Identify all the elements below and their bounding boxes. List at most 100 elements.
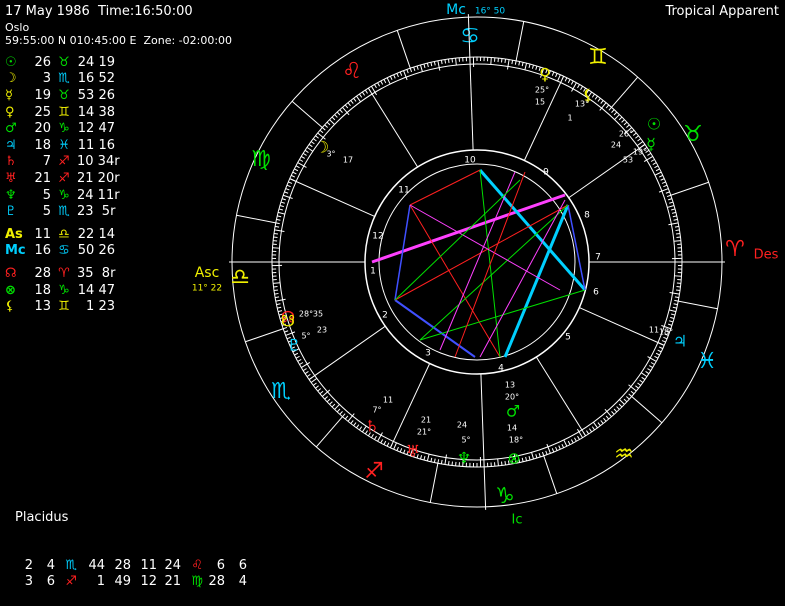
planet-minute: 35 xyxy=(313,310,323,319)
house-number: 12 xyxy=(372,232,383,242)
degree-tick xyxy=(646,371,649,373)
aspect-line xyxy=(568,205,585,290)
degree-tick xyxy=(313,383,316,385)
degree-tick xyxy=(595,96,597,99)
sign-boundary xyxy=(245,329,283,342)
des-label: Des xyxy=(754,248,779,263)
degree-tick xyxy=(655,172,661,175)
degree-tick xyxy=(674,219,678,220)
degree-tick xyxy=(332,404,335,407)
planet-degree: 7° xyxy=(372,406,381,415)
planet-minute: 1 xyxy=(567,114,572,123)
degree-tick xyxy=(414,67,415,71)
degree-tick xyxy=(629,394,632,397)
degree-tick xyxy=(424,456,425,460)
degree-tick xyxy=(633,133,636,136)
degree-tick xyxy=(515,61,516,65)
degree-tick xyxy=(546,451,547,455)
house-cell: 12 xyxy=(131,574,157,590)
degree-tick xyxy=(400,72,401,76)
house-cell: 28 xyxy=(105,558,131,574)
degree-tick xyxy=(638,139,641,141)
sign-boundary xyxy=(671,182,709,195)
degree-tick xyxy=(325,396,328,399)
degree-tick xyxy=(305,371,308,373)
house-number: 3 xyxy=(425,349,431,359)
planet-degree: 20° xyxy=(505,393,519,402)
aspect-line xyxy=(505,205,568,357)
degree-tick xyxy=(656,169,660,171)
planet-minute: 21 xyxy=(421,416,431,425)
planet-degree: 19° xyxy=(633,148,647,157)
degree-tick xyxy=(280,205,284,206)
degree-tick xyxy=(666,192,670,193)
degree-tick xyxy=(522,62,523,66)
degree-tick xyxy=(400,448,401,452)
degree-tick xyxy=(659,347,663,349)
degree-tick xyxy=(276,299,286,301)
degree-tick xyxy=(345,105,348,108)
degree-tick xyxy=(589,429,591,432)
house-cell: 4 xyxy=(225,574,247,590)
zodiac-sign-icon: ♎ xyxy=(230,265,250,290)
zodiac-sign-icon: ♏ xyxy=(271,379,291,404)
planet-degree: 28° xyxy=(299,310,313,319)
degree-tick xyxy=(619,404,622,407)
sign-boundary xyxy=(430,463,438,502)
house-cell: 28 xyxy=(203,574,225,590)
degree-tick xyxy=(307,147,313,151)
sign-boundary xyxy=(516,22,524,61)
planet-degree: 25° xyxy=(535,86,549,95)
house-cell: 6 xyxy=(203,558,225,574)
degree-tick xyxy=(611,411,614,414)
degree-tick xyxy=(420,65,422,72)
house-number: 5 xyxy=(565,333,571,343)
degree-tick xyxy=(387,78,390,84)
degree-tick xyxy=(674,241,681,242)
degree-tick xyxy=(552,448,553,452)
sign-boundary xyxy=(237,215,276,223)
degree-tick xyxy=(631,391,634,394)
degree-tick xyxy=(274,233,278,234)
house-cell: 1 xyxy=(77,574,105,590)
zodiac-sign-icon: ♌ xyxy=(342,59,362,84)
degree-tick xyxy=(586,431,588,434)
degree-tick xyxy=(427,454,429,461)
degree-tick xyxy=(381,439,383,443)
degree-tick xyxy=(601,420,603,423)
planet-glyph-icon: ☉ xyxy=(647,115,661,134)
house-number: 11 xyxy=(398,186,409,196)
degree-tick xyxy=(647,369,650,371)
degree-tick xyxy=(407,69,408,73)
chart-wheel: ♈♉♊♋♌♍♎♏♐♑♒♓123456789101112Mc16° 50Asc11… xyxy=(0,0,785,527)
degree-tick xyxy=(303,153,306,155)
degree-tick xyxy=(354,423,356,426)
degree-tick xyxy=(536,454,537,458)
degree-tick xyxy=(619,400,624,405)
degree-tick xyxy=(275,293,279,294)
degree-tick xyxy=(672,212,676,213)
degree-tick xyxy=(387,443,389,447)
degree-tick xyxy=(296,166,300,168)
degree-tick xyxy=(662,341,666,343)
degree-tick xyxy=(552,72,553,76)
degree-tick xyxy=(288,182,292,184)
degree-tick xyxy=(318,388,321,391)
degree-tick xyxy=(281,202,285,203)
degree-tick xyxy=(498,459,499,466)
zodiac-sign-icon: ♓ xyxy=(697,349,717,374)
degree-tick xyxy=(420,455,421,459)
degree-tick xyxy=(651,363,654,365)
planet-glyph-icon: ⊗ xyxy=(507,449,520,468)
degree-tick xyxy=(375,84,377,87)
planet-glyph-icon: ♂ xyxy=(506,402,520,421)
house-number: 9 xyxy=(543,168,549,178)
sign-boundary xyxy=(316,417,342,447)
degree-tick xyxy=(671,209,675,210)
degree-tick xyxy=(542,452,543,456)
asc-degree: 11° 22 xyxy=(192,284,222,294)
degree-tick xyxy=(654,356,658,358)
degree-tick xyxy=(512,60,513,64)
degree-tick xyxy=(340,110,343,113)
degree-tick xyxy=(378,83,380,86)
